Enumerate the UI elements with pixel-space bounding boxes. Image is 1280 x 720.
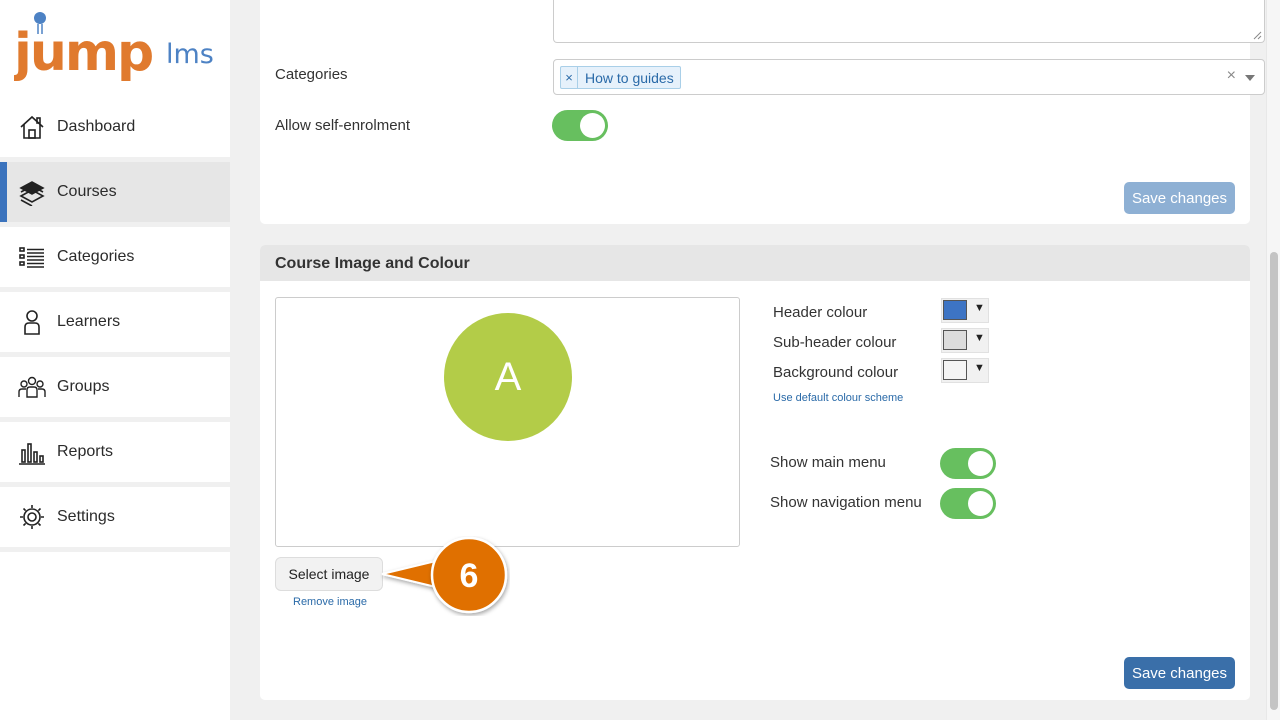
dropdown-arrow-icon: ▼ (974, 332, 985, 344)
header-colour-picker[interactable]: ▼ (941, 298, 989, 323)
toggle-knob (968, 451, 993, 476)
sidebar-item-groups[interactable]: Groups (0, 357, 230, 417)
default-colour-scheme-link[interactable]: Use default colour scheme (773, 392, 903, 404)
step-number: 6 (459, 556, 479, 595)
dropdown-arrow-icon: ▼ (974, 362, 985, 374)
gear-icon (20, 505, 44, 529)
sidebar-item-label: Courses (57, 183, 117, 200)
scrollbar[interactable] (1266, 0, 1280, 720)
sidebar-item-learners[interactable]: Learners (0, 292, 230, 352)
remove-image-link[interactable]: Remove image (293, 596, 367, 608)
subheader-colour-label: Sub-header colour (773, 334, 897, 351)
tag-remove-button[interactable]: × (561, 67, 578, 88)
sidebar-item-reports[interactable]: Reports (0, 422, 230, 482)
category-tag-label: How to guides (585, 69, 674, 86)
resize-grip-icon[interactable] (1253, 31, 1262, 40)
person-icon (24, 310, 40, 335)
course-avatar: A (444, 313, 572, 441)
category-tag: × How to guides (560, 66, 681, 89)
list-icon (19, 247, 44, 268)
categories-label: Categories (275, 66, 348, 83)
show-navigation-menu-toggle[interactable] (940, 488, 996, 519)
bar-chart-icon (19, 443, 45, 465)
sidebar-item-label: Categories (57, 248, 135, 265)
background-colour-label: Background colour (773, 364, 899, 381)
scrollbar-thumb[interactable] (1270, 252, 1278, 710)
save-changes-button[interactable]: Save changes (1124, 657, 1235, 689)
books-icon (19, 181, 45, 206)
sidebar-item-label: Dashboard (57, 118, 136, 135)
sidebar-item-label: Reports (57, 443, 114, 460)
background-colour-picker[interactable]: ▼ (941, 358, 989, 383)
categories-select[interactable]: × How to guides × (553, 59, 1265, 95)
toggle-knob (580, 113, 605, 138)
svg-text:jump: jump (14, 23, 152, 83)
jumplms-logo[interactable]: jump lms (14, 8, 224, 92)
self-enrolment-label: Allow self-enrolment (275, 117, 411, 134)
card-title: Course Image and Colour (275, 255, 470, 272)
sidebar-item-dashboard[interactable]: Dashboard (0, 97, 230, 157)
people-icon (18, 376, 46, 398)
image-preview: A (275, 297, 740, 547)
svg-text:lms: lms (166, 39, 214, 70)
header-colour-label: Header colour (773, 304, 868, 321)
toggle-knob (968, 491, 993, 516)
divider (0, 547, 230, 552)
show-main-menu-toggle[interactable] (940, 448, 996, 479)
dropdown-arrow-icon: ▼ (974, 302, 985, 314)
background-colour-swatch (943, 360, 967, 380)
house-icon (20, 115, 44, 139)
course-details-card: Categories × How to guides × Allow self-… (260, 0, 1265, 224)
course-image-colour-card: Course Image and Colour A Select image R… (260, 245, 1250, 700)
card-header: Course Image and Colour (260, 245, 1250, 281)
sidebar: jump lms Dashboard Courses Categories Le… (0, 0, 230, 720)
save-changes-button[interactable]: Save changes (1124, 182, 1235, 214)
clear-icon[interactable]: × (1227, 67, 1236, 85)
sidebar-item-label: Learners (57, 313, 121, 330)
sidebar-item-settings[interactable]: Settings (0, 487, 230, 547)
subheader-colour-picker[interactable]: ▼ (941, 328, 989, 353)
sidebar-item-courses[interactable]: Courses (0, 162, 230, 222)
sidebar-item-label: Settings (57, 508, 115, 525)
self-enrolment-toggle[interactable] (552, 110, 608, 141)
show-navigation-menu-label: Show navigation menu (770, 494, 922, 511)
select-image-button[interactable]: Select image (275, 557, 383, 591)
subheader-colour-swatch (943, 330, 967, 350)
sidebar-item-categories[interactable]: Categories (0, 227, 230, 287)
sidebar-item-label: Groups (57, 378, 110, 395)
description-textarea[interactable] (553, 0, 1265, 43)
chevron-down-icon[interactable] (1245, 75, 1255, 81)
header-colour-swatch (943, 300, 967, 320)
show-main-menu-label: Show main menu (770, 454, 886, 471)
